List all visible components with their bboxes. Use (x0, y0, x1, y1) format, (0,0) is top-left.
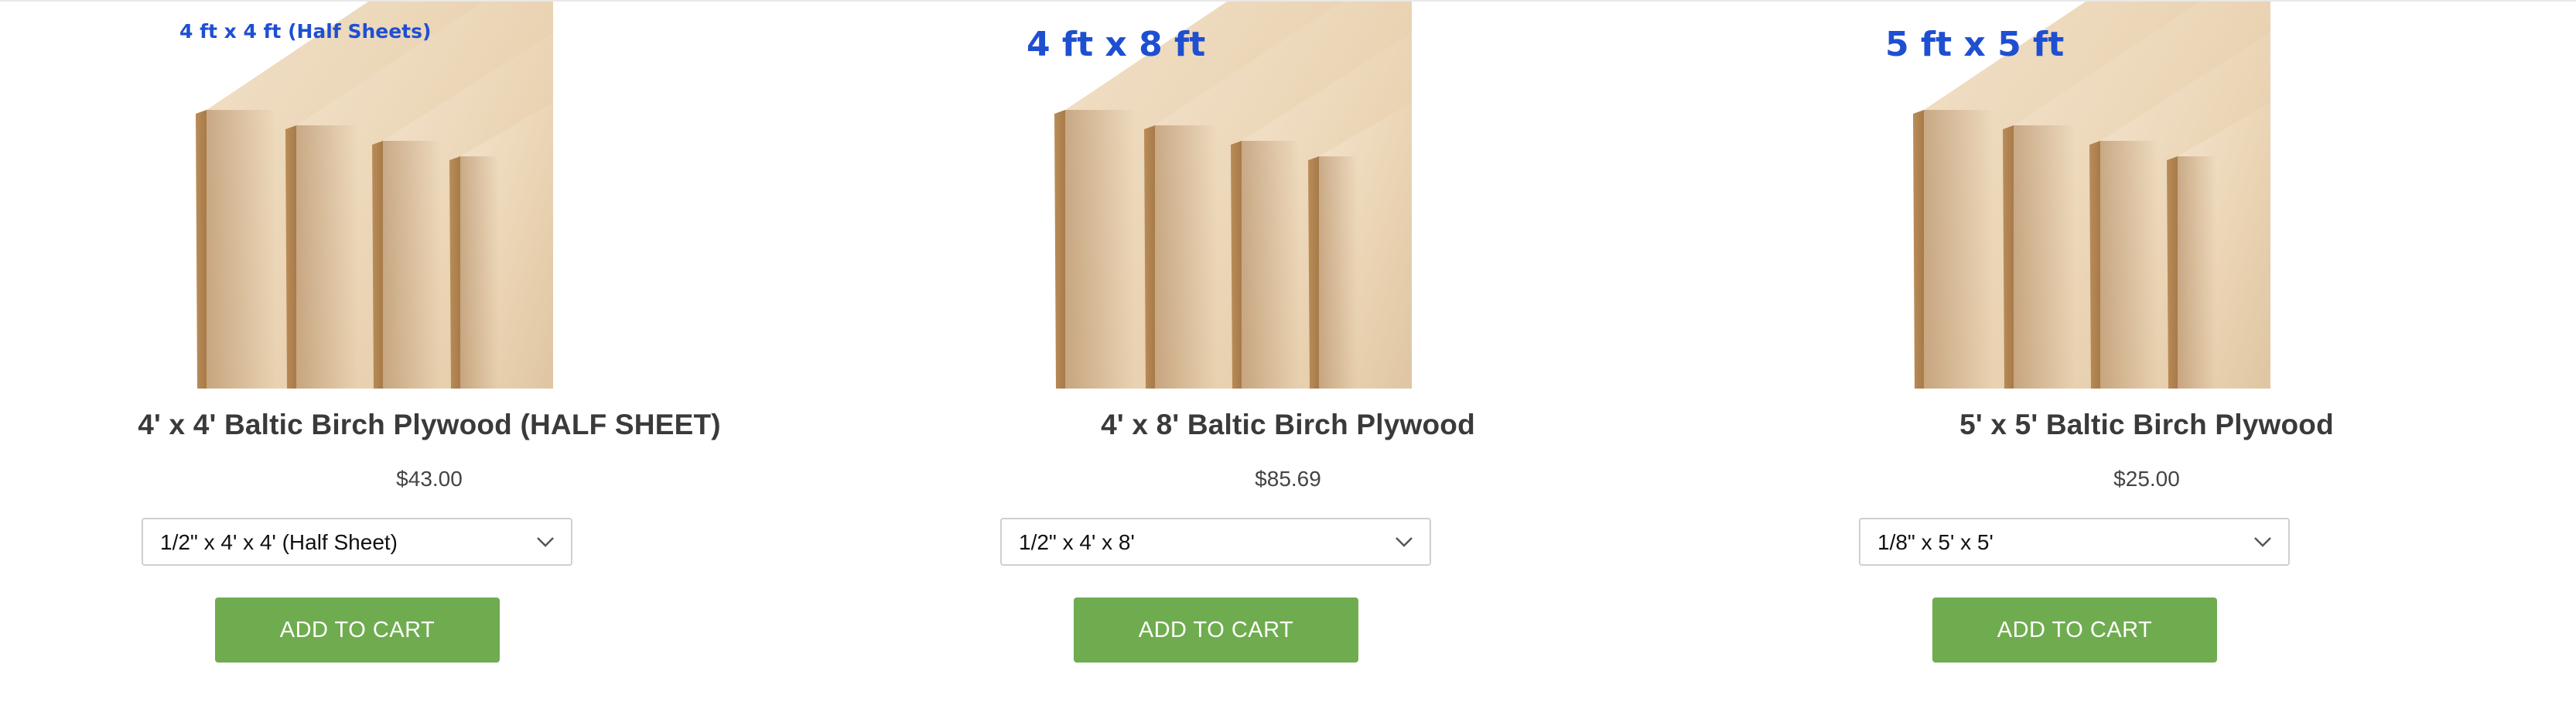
add-to-cart-button[interactable]: ADD TO CART (1074, 598, 1358, 663)
product-title[interactable]: 4' x 8' Baltic Birch Plywood (859, 409, 1717, 441)
chevron-down-icon (1396, 537, 1413, 547)
variant-select[interactable]: 1/2" x 4' x 8' (1000, 518, 1431, 566)
variant-selected-value: 1/2" x 4' x 8' (1019, 530, 1135, 554)
product-price: $43.00 (396, 467, 463, 491)
product-image[interactable]: 5 ft x 5 ft (1884, 2, 2270, 389)
product-image[interactable]: 4 ft x 8 ft (1025, 2, 1412, 389)
variant-select[interactable]: 1/2" x 4' x 4' (Half Sheet) (142, 518, 572, 566)
product-price: $85.69 (1255, 467, 1321, 491)
variant-select[interactable]: 1/8" x 5' x 5' (1859, 518, 2290, 566)
image-size-caption: 5 ft x 5 ft (1885, 25, 2065, 64)
product-title[interactable]: 4' x 4' Baltic Birch Plywood (HALF SHEET… (0, 409, 859, 441)
plywood-sheets-illustration (196, 2, 553, 389)
product-card-2: 4 ft x 8 ft 4' x 8' Baltic Birch Plywood… (859, 0, 1717, 726)
product-title[interactable]: 5' x 5' Baltic Birch Plywood (1717, 409, 2576, 441)
variant-selected-value: 1/2" x 4' x 4' (Half Sheet) (160, 530, 398, 554)
product-image[interactable]: 4 ft x 4 ft (Half Sheets) (166, 2, 553, 389)
product-price: $25.00 (2113, 467, 2180, 491)
chevron-down-icon (2254, 537, 2271, 547)
product-card-1: 4 ft x 4 ft (Half Sheets) 4' x 4' Baltic… (0, 0, 859, 726)
product-card-3: 5 ft x 5 ft 5' x 5' Baltic Birch Plywood… (1717, 0, 2576, 726)
chevron-down-icon (537, 537, 554, 547)
image-size-caption: 4 ft x 8 ft (1027, 25, 1206, 64)
add-to-cart-button[interactable]: ADD TO CART (215, 598, 500, 663)
image-size-caption: 4 ft x 4 ft (Half Sheets) (179, 20, 432, 43)
variant-selected-value: 1/8" x 5' x 5' (1877, 530, 1993, 554)
add-to-cart-button[interactable]: ADD TO CART (1932, 598, 2217, 663)
